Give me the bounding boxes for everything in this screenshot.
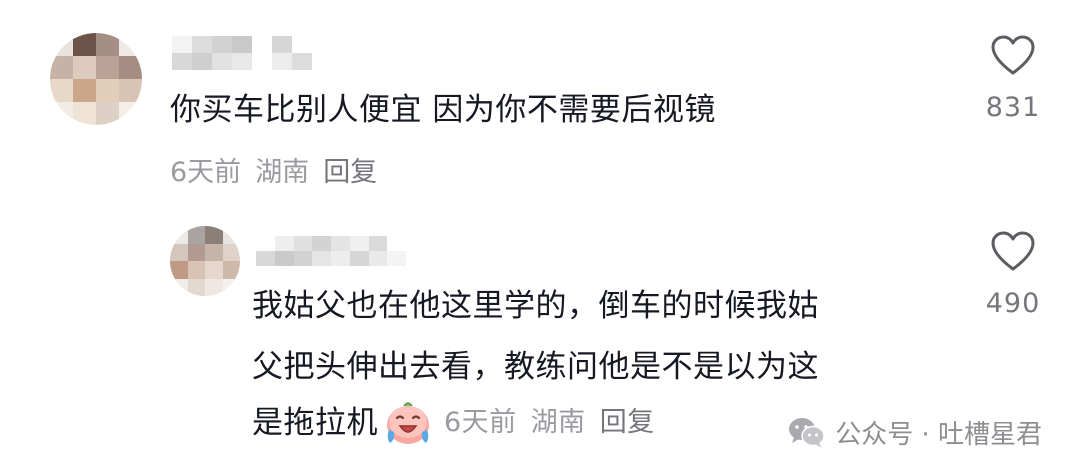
comment-location: 湖南 — [255, 157, 310, 188]
watermark: 公众号 · 吐槽星君 — [787, 414, 1042, 451]
comment-text: 你买车比别人便宜 因为你不需要后视镜 — [170, 92, 716, 128]
reply-time: 6天前 — [444, 407, 517, 438]
like-count: 831 — [985, 92, 1041, 123]
reply-location: 湖南 — [530, 407, 586, 438]
wechat-icon — [789, 417, 825, 448]
reply-text-line-2: 父把头伸出去看，教练问他是不是以为这 — [252, 349, 819, 385]
reply-last-line: 是拖拉机 6天前 湖南 回复 — [252, 397, 655, 449]
reply-meta: 6天前 湖南 回复 — [444, 397, 655, 449]
reply-text-line-3: 是拖拉机 — [252, 405, 378, 441]
reply-like-count: 490 — [985, 288, 1041, 319]
comment-time: 6天前 — [170, 157, 242, 188]
commenter-avatar[interactable] — [50, 33, 142, 125]
comment-meta: 6天前 湖南 回复 — [170, 150, 377, 189]
crying-laugh-emoji — [387, 402, 429, 444]
like-button[interactable]: 831 — [968, 34, 1058, 123]
commenter-username[interactable] — [172, 36, 312, 70]
watermark-text: 公众号 · 吐槽星君 — [835, 420, 1042, 450]
comment-section: 你买车比别人便宜 因为你不需要后视镜 6天前 湖南 回复 831 我姑父也在他这… — [0, 0, 1080, 473]
reply-reply-button[interactable]: 回复 — [600, 397, 655, 449]
heart-icon[interactable] — [990, 34, 1036, 76]
replier-avatar[interactable] — [170, 226, 240, 296]
reply-text-line-1: 我姑父也在他这里学的，倒车的时候我姑 — [252, 288, 819, 324]
replier-username[interactable] — [256, 236, 406, 266]
reply-button[interactable]: 回复 — [323, 150, 377, 189]
heart-icon[interactable] — [990, 230, 1036, 272]
reply-like-button[interactable]: 490 — [968, 230, 1058, 319]
